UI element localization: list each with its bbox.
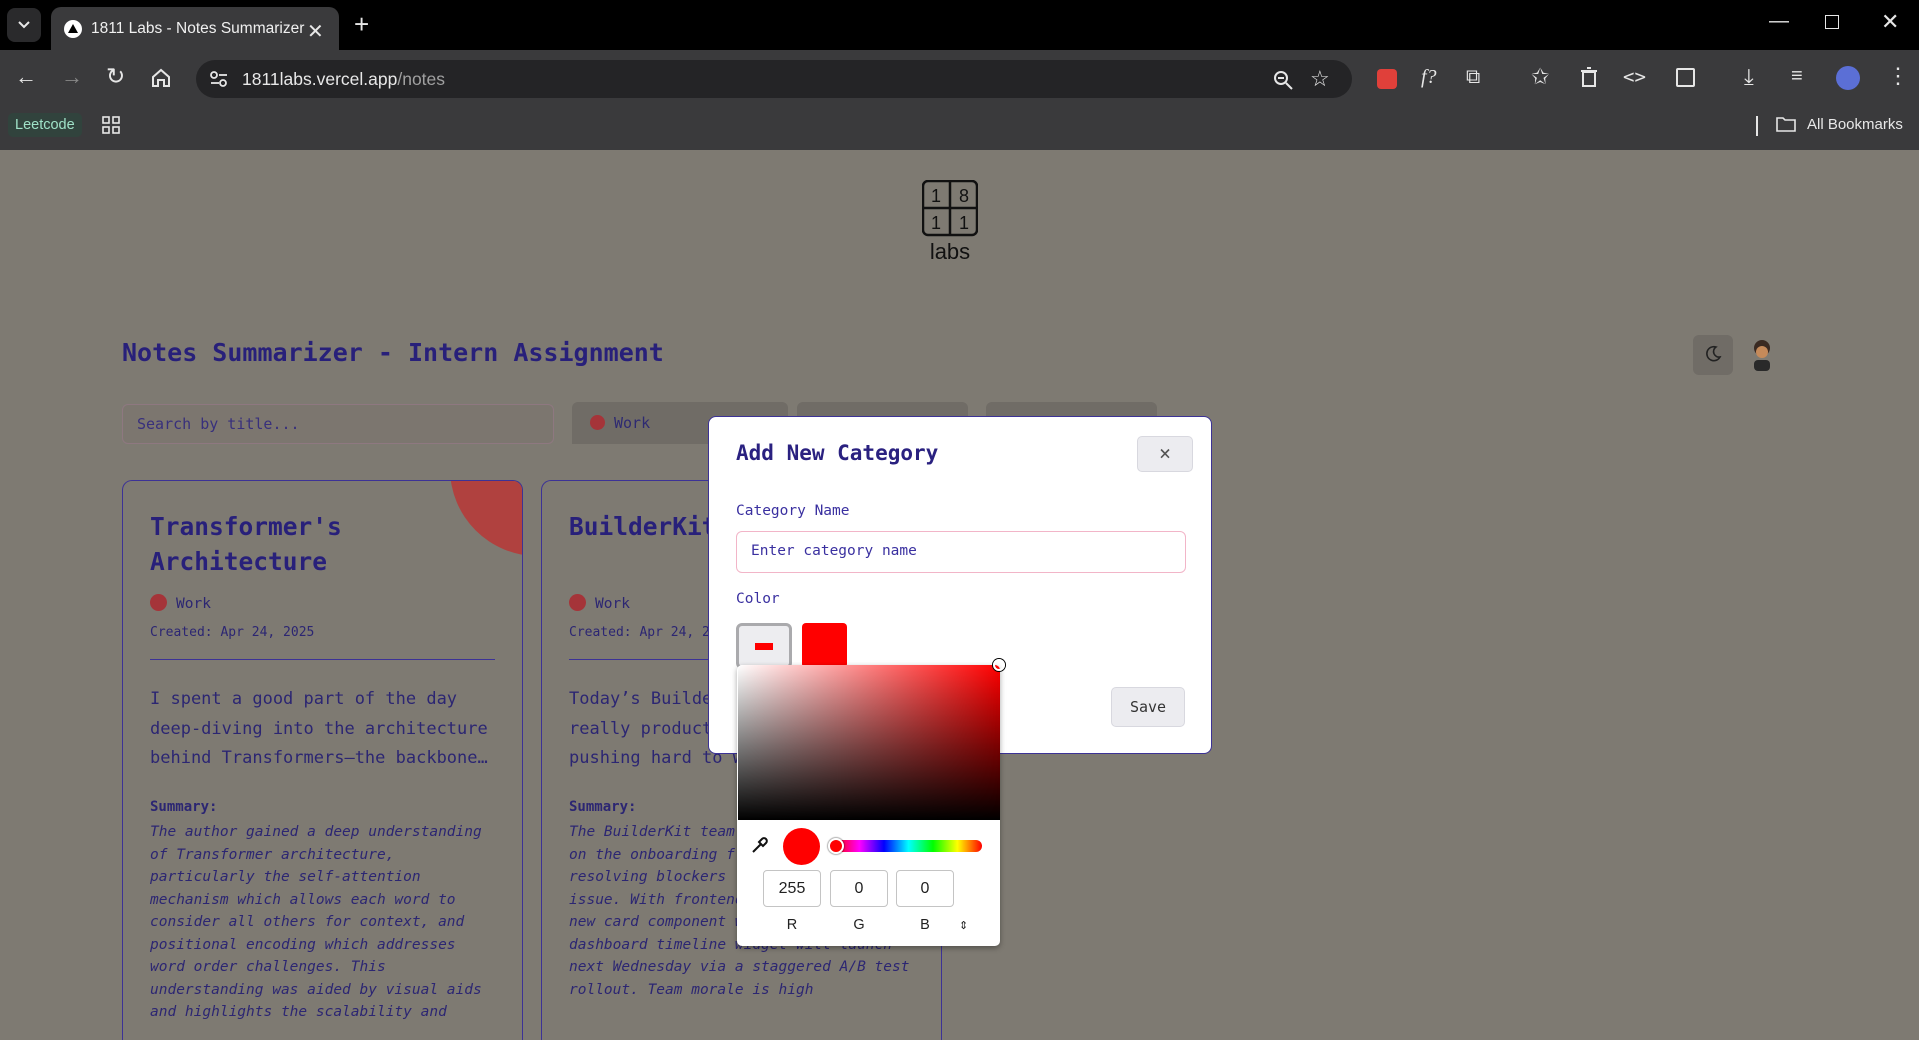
color-label: Color [736, 591, 780, 607]
saturation-value-area[interactable] [738, 665, 1000, 820]
bookmark-leetcode[interactable]: Leetcode [8, 113, 82, 137]
favicon-icon [64, 20, 82, 38]
color-picker-button[interactable] [736, 623, 792, 669]
green-label: G [853, 917, 865, 933]
url-text: 1811labs.vercel.app/notes [242, 69, 446, 89]
category-color-dot [150, 594, 167, 611]
back-icon[interactable]: ← [15, 64, 37, 90]
svg-text:1: 1 [959, 213, 969, 233]
minimize-icon[interactable]: — [1769, 10, 1789, 33]
new-tab-icon[interactable]: + [354, 11, 369, 37]
note-card[interactable]: Transformer's Architecture Work Created:… [122, 480, 523, 1040]
download-icon[interactable]: ⤓ [1744, 64, 1754, 90]
media-icon[interactable]: ≡ [1791, 65, 1803, 88]
layout-icon[interactable] [1676, 68, 1695, 87]
color-picker-popup: 255 0 0 R G B ⇕ [737, 659, 1005, 946]
eyedropper-icon[interactable] [750, 835, 770, 855]
zoom-icon[interactable] [1272, 69, 1294, 91]
star-icon[interactable]: ☆ [1310, 66, 1330, 92]
current-color-preview [783, 828, 820, 865]
folder-icon [1776, 116, 1796, 132]
category-name-label: Category Name [736, 503, 850, 519]
page-title: Notes Summarizer - Intern Assignment [122, 338, 664, 367]
note-category: Work [569, 594, 630, 612]
bookmarks-divider [1756, 116, 1758, 136]
category-color-dot [590, 415, 605, 430]
close-modal-button[interactable]: × [1137, 436, 1193, 472]
theme-toggle-button[interactable] [1693, 335, 1733, 375]
tab-search-icon[interactable] [7, 8, 41, 42]
profile-avatar[interactable] [1836, 66, 1860, 90]
svg-text:1: 1 [931, 186, 941, 206]
color-swatch-icon [755, 643, 773, 650]
red-label: R [786, 917, 798, 933]
tab-title: 1811 Labs - Notes Summarizer [91, 20, 305, 37]
category-name-input[interactable]: Enter category name [736, 531, 1186, 573]
note-body: I spent a good part of the day deep-divi… [150, 689, 488, 768]
home-icon[interactable] [150, 67, 172, 89]
summary-heading: Summary: [569, 799, 637, 815]
note-summary: The author gained a deep understanding o… [150, 824, 482, 1020]
search-input[interactable]: Search by title... [122, 404, 554, 444]
puzzle-icon[interactable]: ⧉ [1466, 66, 1480, 89]
svg-text:1: 1 [931, 213, 941, 233]
all-bookmarks[interactable]: All Bookmarks [1807, 116, 1903, 133]
note-title: Transformer's Architecture [150, 512, 342, 576]
active-tab[interactable]: 1811 Labs - Notes Summarizer ✕ [51, 7, 339, 51]
blue-label: B [920, 917, 930, 933]
bookmark-star-icon[interactable]: ✩ [1531, 64, 1549, 90]
hue-slider[interactable] [835, 840, 982, 852]
close-tab-icon[interactable]: ✕ [307, 19, 324, 44]
extension-icon[interactable] [1377, 69, 1397, 89]
format-toggle-icon[interactable]: ⇕ [959, 919, 968, 932]
hue-handle[interactable] [828, 838, 844, 854]
category-color-dot [569, 594, 586, 611]
bookmarks-bar [0, 108, 1919, 150]
selected-color-preview [802, 623, 847, 668]
save-button[interactable]: Save [1111, 687, 1185, 727]
site-settings-icon[interactable] [210, 71, 228, 87]
user-avatar[interactable] [1746, 338, 1778, 372]
tab-strip: 1811 Labs - Notes Summarizer ✕ + — ✕ [0, 0, 1919, 51]
modal-title: Add New Category [736, 441, 939, 465]
divider [150, 659, 495, 660]
blue-value-input[interactable]: 0 [896, 870, 954, 907]
svg-text:labs: labs [930, 239, 970, 262]
address-bar[interactable]: 1811labs.vercel.app/notes ☆ [196, 60, 1352, 98]
forward-icon[interactable]: → [61, 64, 83, 90]
svg-text:8: 8 [959, 186, 969, 206]
saturation-handle[interactable] [993, 659, 1005, 671]
formula-extension-icon[interactable]: f? [1421, 66, 1437, 89]
apps-grid-icon[interactable] [102, 116, 120, 134]
moon-icon [1704, 345, 1722, 363]
menu-icon[interactable]: ⋮ [1887, 63, 1909, 89]
red-value-input[interactable]: 255 [763, 870, 821, 907]
reload-icon[interactable]: ↻ [106, 63, 125, 90]
note-category: Work [150, 594, 211, 612]
note-created-date: Created: Apr 24, 2025 [150, 625, 315, 640]
trash-icon[interactable] [1580, 67, 1598, 87]
logo: 1 8 1 1 labs [922, 180, 978, 262]
green-value-input[interactable]: 0 [830, 870, 888, 907]
code-icon[interactable]: <> [1623, 66, 1646, 88]
restore-icon[interactable] [1825, 15, 1839, 29]
close-window-icon[interactable]: ✕ [1881, 9, 1899, 35]
summary-heading: Summary: [150, 799, 218, 815]
close-icon: × [1158, 441, 1172, 465]
